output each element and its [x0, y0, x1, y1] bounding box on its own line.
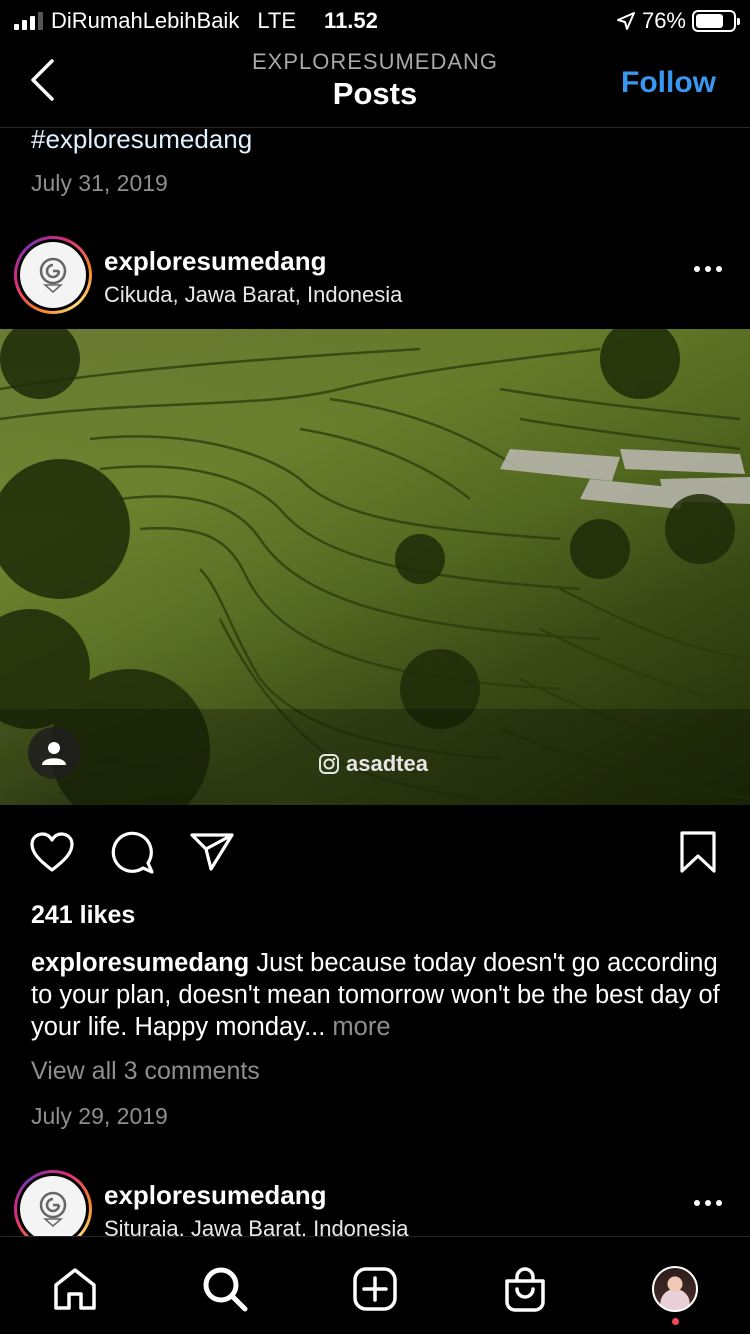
- tab-home[interactable]: [47, 1261, 103, 1317]
- post-date: July 29, 2019: [31, 1103, 168, 1129]
- status-bar: DiRumahLebihBaik LTE 11.52 76%: [0, 0, 750, 40]
- carrier-name: DiRumahLebihBaik: [51, 8, 240, 33]
- rice-terraces-image: [0, 329, 750, 805]
- photo-watermark: asadtea: [318, 751, 428, 777]
- shop-icon: [505, 1267, 545, 1312]
- post-location[interactable]: Situraja, Jawa Barat, Indonesia: [104, 1216, 409, 1237]
- next-post: exploresumedang Situraja, Jawa Barat, In…: [0, 1170, 750, 1237]
- previous-post-date: July 31, 2019: [31, 170, 168, 196]
- post-username[interactable]: exploresumedang: [104, 1180, 327, 1211]
- tab-new-post[interactable]: [347, 1261, 403, 1317]
- signal-strength-icon: [14, 12, 43, 30]
- caption-more-link[interactable]: more: [325, 1013, 390, 1041]
- tab-search[interactable]: [197, 1261, 253, 1317]
- sumedang-logo-icon: [39, 257, 67, 293]
- bottom-tab-bar: [0, 1236, 750, 1334]
- post-photo[interactable]: asadtea: [0, 329, 750, 805]
- instagram-logo-icon: [319, 754, 339, 774]
- post-header: exploresumedang Situraja, Jawa Barat, In…: [0, 1170, 750, 1237]
- more-options-button[interactable]: [694, 266, 722, 272]
- bookmark-icon: [680, 831, 716, 873]
- tab-shop[interactable]: [497, 1261, 553, 1317]
- post-caption: exploresumedang Just because today doesn…: [31, 947, 731, 1043]
- add-post-icon: [353, 1267, 397, 1311]
- search-icon: [203, 1267, 248, 1312]
- network-type: LTE: [257, 8, 297, 33]
- comment-button[interactable]: [108, 826, 156, 878]
- follow-button[interactable]: Follow: [621, 66, 716, 100]
- post-location[interactable]: Cikuda, Jawa Barat, Indonesia: [104, 282, 402, 308]
- person-icon: [42, 742, 66, 765]
- post-actions: [0, 826, 750, 882]
- avatar[interactable]: [14, 236, 92, 314]
- status-time: 11.52: [324, 8, 378, 33]
- post-username[interactable]: exploresumedang: [104, 246, 327, 277]
- hashtag-link[interactable]: #exploresumedang: [31, 124, 252, 155]
- profile-avatar: [652, 1266, 698, 1312]
- battery-icon: [692, 10, 740, 32]
- paper-plane-icon: [190, 833, 234, 871]
- watermark-text: asadtea: [346, 751, 428, 776]
- heart-icon: [30, 832, 74, 872]
- sumedang-logo-icon: [39, 1191, 67, 1227]
- view-comments-link[interactable]: View all 3 comments: [31, 1057, 260, 1086]
- location-arrow-icon: [616, 12, 635, 30]
- caption-username[interactable]: exploresumedang: [31, 949, 249, 977]
- like-button[interactable]: [28, 826, 76, 878]
- comment-icon: [111, 831, 154, 874]
- notification-dot: [672, 1318, 679, 1325]
- battery-percent: 76%: [641, 8, 686, 33]
- avatar[interactable]: [14, 1170, 92, 1237]
- tagged-users-button[interactable]: [28, 727, 80, 779]
- post-header: exploresumedang Cikuda, Jawa Barat, Indo…: [0, 236, 750, 328]
- nav-header: EXPLORESUMEDANG Posts Follow: [0, 40, 750, 128]
- more-options-button[interactable]: [694, 1200, 722, 1206]
- likes-count[interactable]: 241 likes: [31, 901, 135, 930]
- save-button[interactable]: [674, 826, 722, 878]
- tab-profile[interactable]: [647, 1261, 703, 1317]
- home-icon: [54, 1268, 96, 1310]
- share-button[interactable]: [188, 826, 236, 878]
